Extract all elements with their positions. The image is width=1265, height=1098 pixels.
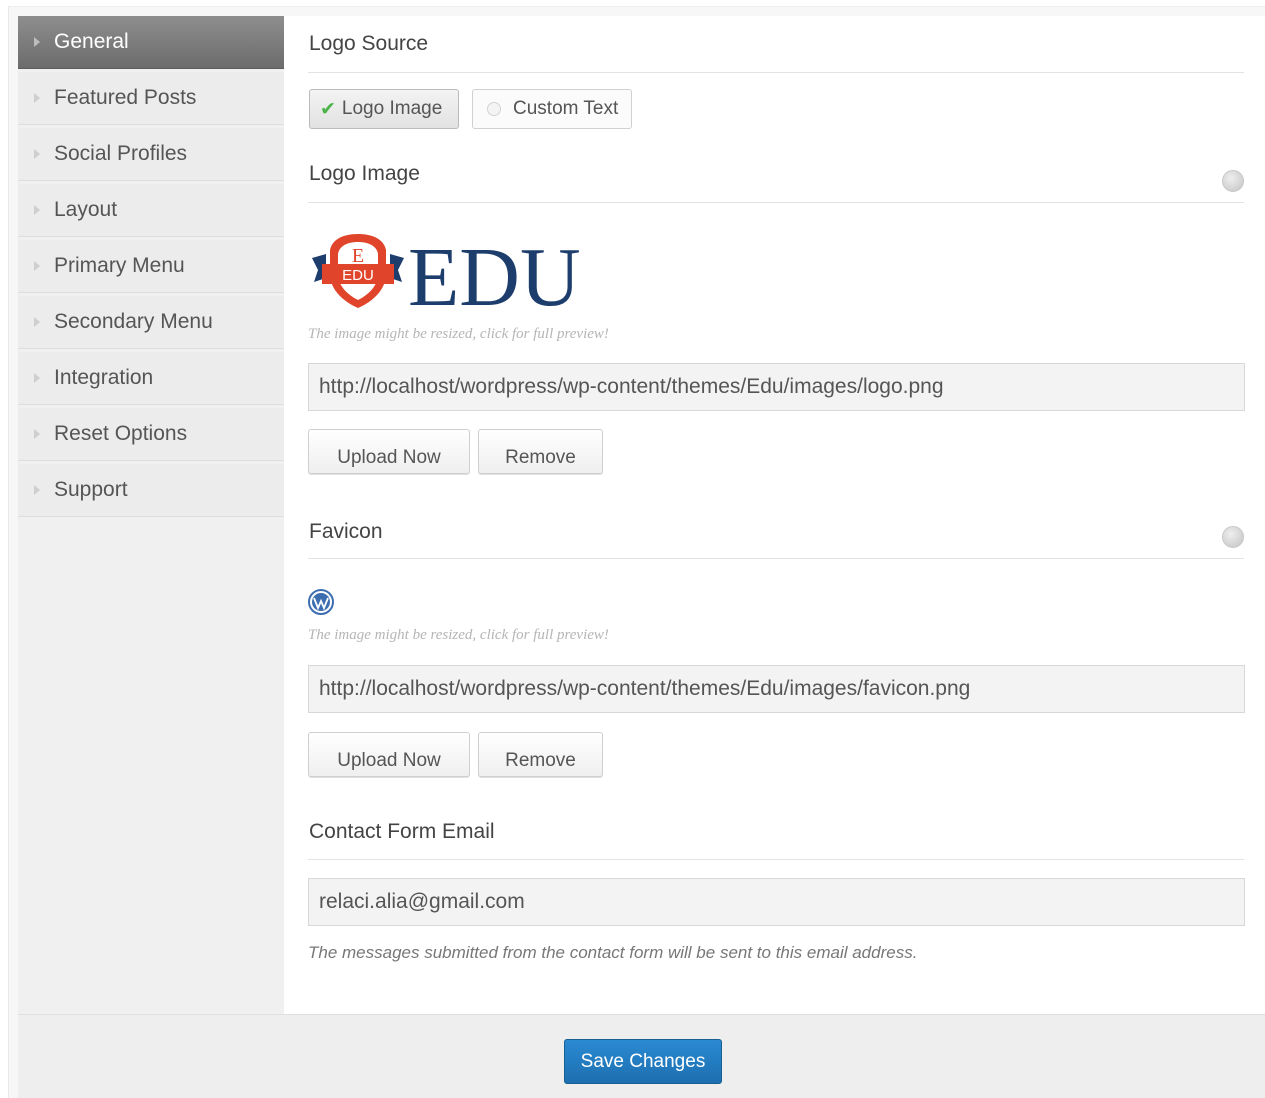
- sidebar-item-label: Secondary Menu: [54, 310, 213, 333]
- sidebar-item-label: Integration: [54, 366, 154, 389]
- wordpress-icon[interactable]: [308, 589, 334, 615]
- favicon-remove-button[interactable]: Remove: [478, 732, 603, 777]
- sidebar-item-featured-posts[interactable]: Featured Posts: [18, 72, 284, 125]
- divider: [308, 72, 1244, 73]
- caret-right-icon: [34, 205, 40, 215]
- sidebar-item-social-profiles[interactable]: Social Profiles: [18, 128, 284, 181]
- sidebar-item-label: Featured Posts: [54, 86, 197, 109]
- sidebar-item-reset-options[interactable]: Reset Options: [18, 408, 284, 461]
- sidebar-item-primary-menu[interactable]: Primary Menu: [18, 240, 284, 293]
- favicon-url-input[interactable]: [308, 665, 1245, 713]
- sidebar-item-label: Social Profiles: [54, 142, 188, 165]
- contact-email-input[interactable]: [308, 878, 1245, 926]
- edu-badge-icon: E EDU: [312, 234, 404, 308]
- caret-right-icon: [34, 93, 40, 103]
- logo-image-option-label: Logo Image: [341, 98, 443, 119]
- divider: [308, 859, 1244, 860]
- contact-email-note: The messages submitted from the contact …: [308, 943, 918, 962]
- logo-source-title: Logo Source: [309, 32, 429, 55]
- logo-image-option[interactable]: ✔ Logo Image: [309, 89, 459, 129]
- logo-text: EDU: [408, 231, 581, 324]
- sidebar-item-general[interactable]: General: [18, 16, 284, 69]
- logo-upload-button[interactable]: Upload Now: [308, 429, 470, 474]
- sidebar-item-label: Support: [54, 478, 128, 501]
- contact-email-title: Contact Form Email: [309, 820, 495, 843]
- caret-right-icon: [34, 429, 40, 439]
- info-icon[interactable]: [1222, 526, 1244, 548]
- settings-sidebar: General Featured Posts Social Profiles L…: [18, 16, 284, 1014]
- sidebar-item-label: Layout: [54, 198, 118, 221]
- sidebar-item-label: Primary Menu: [54, 254, 185, 277]
- favicon-title: Favicon: [309, 520, 383, 543]
- divider: [308, 558, 1244, 559]
- logo-image-hint: The image might be resized, click for fu…: [308, 326, 609, 342]
- caret-right-icon: [34, 261, 40, 271]
- sidebar-item-layout[interactable]: Layout: [18, 184, 284, 237]
- custom-text-option-label: Custom Text: [513, 98, 619, 119]
- logo-preview[interactable]: E EDU EDU: [308, 228, 588, 324]
- sidebar-item-integration[interactable]: Integration: [18, 352, 284, 405]
- caret-right-icon: [34, 373, 40, 383]
- favicon-upload-button[interactable]: Upload Now: [308, 732, 470, 777]
- checkmark-icon: ✔: [320, 98, 336, 120]
- info-icon[interactable]: [1222, 170, 1244, 192]
- caret-right-icon: [34, 317, 40, 327]
- sidebar-item-label: General: [54, 30, 129, 53]
- favicon-hint: The image might be resized, click for fu…: [308, 627, 609, 643]
- logo-remove-button[interactable]: Remove: [478, 429, 603, 474]
- badge-text: EDU: [342, 267, 374, 284]
- logo-url-input[interactable]: [308, 363, 1245, 411]
- divider: [308, 202, 1244, 203]
- custom-text-option[interactable]: Custom Text: [472, 89, 632, 129]
- caret-right-icon: [34, 485, 40, 495]
- save-changes-button[interactable]: Save Changes: [564, 1039, 722, 1084]
- radio-icon: [487, 102, 501, 116]
- settings-content: Logo Source ✔ Logo Image Custom Text Log…: [284, 16, 1265, 1014]
- caret-right-icon: [34, 37, 40, 47]
- badge-letter: E: [352, 245, 364, 267]
- sidebar-item-support[interactable]: Support: [18, 464, 284, 517]
- sidebar-item-label: Reset Options: [54, 422, 188, 445]
- settings-footer: Save Changes: [18, 1014, 1265, 1098]
- logo-image-title: Logo Image: [309, 162, 420, 185]
- caret-right-icon: [34, 149, 40, 159]
- sidebar-item-secondary-menu[interactable]: Secondary Menu: [18, 296, 284, 349]
